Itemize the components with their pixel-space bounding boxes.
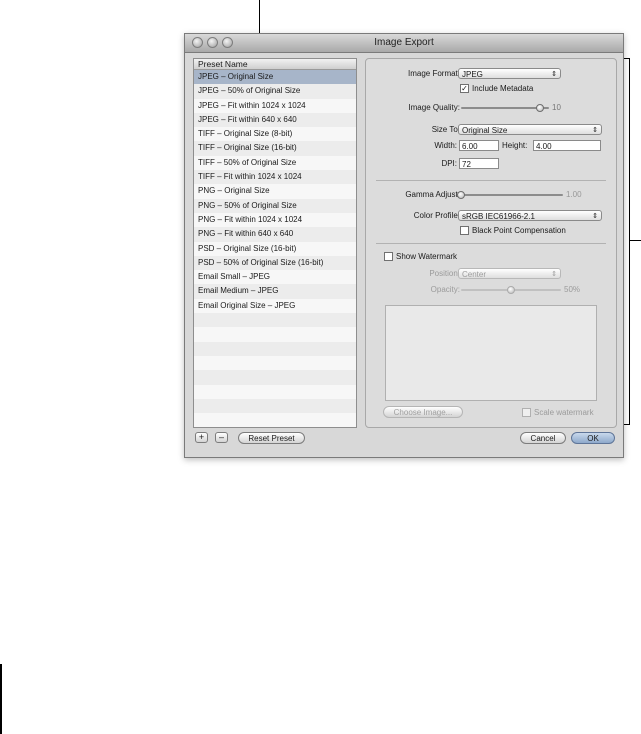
- preset-list-item[interactable]: Email Original Size – JPEG: [194, 298, 356, 314]
- preset-list-item[interactable]: JPEG – Fit within 1024 x 1024: [194, 98, 356, 113]
- dpi-field[interactable]: 72: [459, 158, 499, 169]
- preset-list-item[interactable]: TIFF – 50% of Original Size: [194, 155, 356, 171]
- callout-bracket-vertical: [629, 58, 630, 425]
- preset-list-item[interactable]: JPEG – Fit within 640 x 640: [194, 112, 356, 128]
- size-to-label: Size To:: [431, 125, 460, 134]
- dpi-label: DPI:: [441, 159, 457, 168]
- preset-list-header[interactable]: Preset Name: [194, 59, 356, 70]
- preset-list-item[interactable]: Email Small – JPEG: [194, 270, 356, 285]
- preset-list-item[interactable]: PNG – 50% of Original Size: [194, 198, 356, 213]
- position-label: Position:: [429, 269, 460, 278]
- preset-list-empty-row: [194, 327, 356, 342]
- height-label: Height:: [502, 141, 528, 150]
- preset-list-empty-row: [194, 413, 356, 427]
- show-watermark-label: Show Watermark: [396, 252, 458, 261]
- preset-list-empty-row: [194, 313, 356, 328]
- preset-list-empty-row: [194, 341, 356, 356]
- opacity-slider-knob[interactable]: [507, 286, 515, 294]
- width-label: Width:: [434, 141, 457, 150]
- include-metadata-checkbox[interactable]: ✓: [460, 84, 469, 93]
- black-point-compensation-checkbox[interactable]: [460, 226, 469, 235]
- preset-list-item[interactable]: Email Medium – JPEG: [194, 284, 356, 299]
- black-point-compensation-label: Black Point Compensation: [472, 226, 566, 235]
- scale-watermark-checkbox[interactable]: [522, 408, 531, 417]
- preset-list-item[interactable]: TIFF – Original Size (16-bit): [194, 141, 356, 156]
- image-export-window: Image Export Preset Name JPEG – Original…: [184, 33, 624, 458]
- preset-list-empty-row: [194, 384, 356, 399]
- preset-list-item[interactable]: PSD – 50% of Original Size (16-bit): [194, 255, 356, 271]
- popup-arrows-icon: ⇕: [551, 71, 557, 78]
- preset-list-item[interactable]: PNG – Fit within 640 x 640: [194, 227, 356, 242]
- opacity-label: Opacity:: [430, 285, 460, 294]
- remove-preset-button[interactable]: –: [215, 432, 228, 443]
- gamma-slider-track[interactable]: [461, 194, 563, 196]
- separator: [376, 180, 606, 181]
- image-format-popup[interactable]: JPEG ⇕: [458, 68, 561, 79]
- gamma-adjust-label: Gamma Adjust:: [405, 190, 460, 199]
- show-watermark-checkbox[interactable]: [384, 252, 393, 261]
- color-profile-popup[interactable]: sRGB IEC61966-2.1 ⇕: [458, 210, 602, 221]
- preset-list-item[interactable]: PNG – Original Size: [194, 184, 356, 199]
- image-format-value: JPEG: [462, 70, 483, 79]
- watermark-image-well[interactable]: [385, 305, 597, 401]
- preset-list-item[interactable]: TIFF – Fit within 1024 x 1024: [194, 170, 356, 185]
- image-quality-slider-knob[interactable]: [536, 104, 545, 112]
- popup-arrows-icon: ⇕: [592, 127, 598, 134]
- scale-watermark-label: Scale watermark: [534, 408, 594, 417]
- color-profile-value: sRGB IEC61966-2.1: [462, 212, 535, 221]
- size-to-popup[interactable]: Original Size ⇕: [458, 124, 602, 135]
- preset-list-item[interactable]: TIFF – Original Size (8-bit): [194, 127, 356, 142]
- image-quality-value: 10: [552, 103, 561, 112]
- preset-list-item[interactable]: PSD – Original Size (16-bit): [194, 241, 356, 256]
- gamma-value: 1.00: [566, 190, 582, 199]
- title-bar[interactable]: Image Export: [185, 34, 623, 53]
- opacity-value: 50%: [564, 285, 581, 294]
- image-format-label: Image Format:: [407, 69, 460, 78]
- height-field[interactable]: 4.00: [533, 140, 601, 151]
- ok-button[interactable]: OK: [571, 432, 615, 444]
- checkmark-icon: ✓: [461, 84, 468, 93]
- size-to-value: Original Size: [462, 126, 508, 135]
- color-profile-label: Color Profile:: [413, 211, 460, 220]
- include-metadata-label: Include Metadata: [472, 84, 534, 93]
- position-popup[interactable]: Center ⇕: [458, 268, 561, 279]
- separator: [376, 243, 606, 244]
- position-value: Center: [462, 270, 487, 279]
- preset-rows: JPEG – Original Size JPEG – 50% of Origin…: [194, 70, 356, 427]
- settings-panel: Image Format: JPEG ⇕ ✓ Include Metadata …: [365, 58, 617, 428]
- reset-preset-button[interactable]: Reset Preset: [238, 432, 305, 444]
- popup-arrows-icon: ⇕: [592, 213, 598, 220]
- preset-list-item[interactable]: JPEG – Original Size: [194, 70, 356, 85]
- preset-list-empty-row: [194, 398, 356, 414]
- callout-bracket-tick: [630, 240, 641, 241]
- image-quality-label: Image Quality:: [408, 103, 460, 112]
- cancel-button[interactable]: Cancel: [520, 432, 566, 444]
- popup-arrows-icon: ⇕: [551, 271, 557, 278]
- preset-list: Preset Name JPEG – Original Size JPEG – 5…: [193, 58, 357, 428]
- preset-list-empty-row: [194, 370, 356, 385]
- add-preset-button[interactable]: +: [195, 432, 208, 443]
- window-title: Image Export: [374, 37, 434, 48]
- choose-image-button[interactable]: Choose Image...: [383, 406, 463, 418]
- gamma-slider-knob[interactable]: [457, 191, 465, 199]
- preset-list-item[interactable]: JPEG – 50% of Original Size: [194, 84, 356, 99]
- preset-list-empty-row: [194, 355, 356, 371]
- preset-list-item[interactable]: PNG – Fit within 1024 x 1024: [194, 212, 356, 228]
- page-margin-bar: [0, 664, 2, 734]
- width-field[interactable]: 6.00: [459, 140, 499, 151]
